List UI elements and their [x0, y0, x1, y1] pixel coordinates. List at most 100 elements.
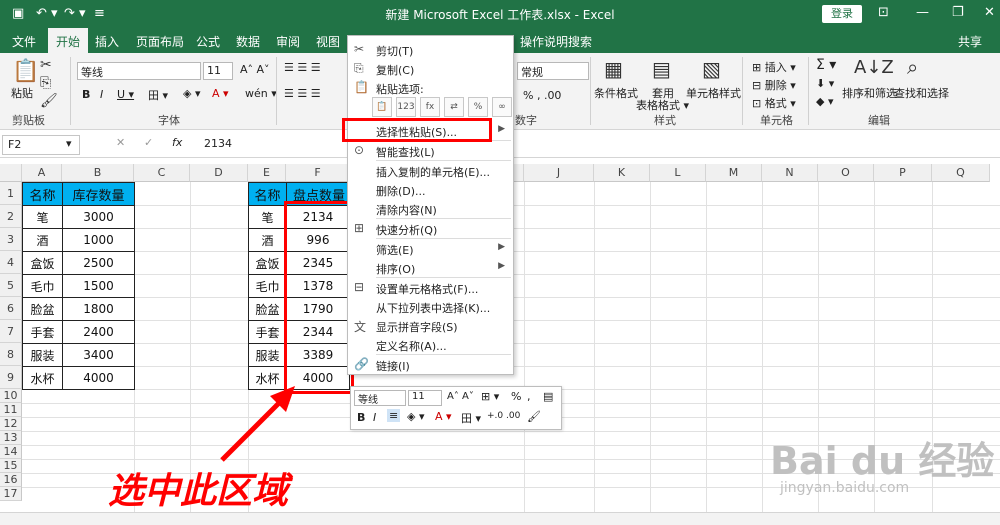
fill-color-icon[interactable]: ◈ ▾ [183, 87, 200, 100]
find-select-button[interactable]: 查找和选择 [894, 85, 949, 101]
column-header[interactable]: Q [932, 164, 990, 182]
mini-comma-button[interactable]: , [527, 390, 531, 403]
menu-item-link[interactable]: 🔗 链接(I) [348, 355, 513, 374]
row-header[interactable]: 10 [0, 389, 22, 403]
row-header[interactable]: 9 [0, 366, 22, 389]
table-header-cell[interactable]: 库存数量 [62, 182, 135, 206]
copy-icon[interactable]: ⎘ [40, 75, 51, 91]
tab-view[interactable]: 视图 [316, 33, 340, 50]
table-cell[interactable]: 盒饭 [22, 251, 63, 275]
row-header[interactable]: 4 [0, 251, 22, 274]
table-cell[interactable]: 酒 [22, 228, 63, 252]
table-cell[interactable]: 酒 [248, 228, 287, 252]
table-cell[interactable]: 1000 [62, 228, 135, 252]
tab-page-layout[interactable]: 页面布局 [136, 33, 184, 50]
tab-file[interactable]: 文件 [12, 33, 36, 50]
table-cell[interactable]: 1800 [62, 297, 135, 321]
underline-button[interactable]: U ▾ [117, 88, 134, 101]
table-cell[interactable]: 2400 [62, 320, 135, 344]
column-header[interactable]: P [874, 164, 932, 182]
fill-icon[interactable]: ⬇ ▾ [816, 77, 834, 90]
tab-data[interactable]: 数据 [236, 33, 260, 50]
menu-item-smart-lookup[interactable]: ⊙ 智能查找(L) [348, 141, 513, 160]
menu-item-copy[interactable]: ⎘ 复制(C) [348, 59, 513, 78]
tab-tell-me[interactable]: 操作说明搜索 [520, 33, 592, 50]
row-header[interactable]: 12 [0, 417, 22, 431]
column-header[interactable]: C [134, 164, 190, 182]
mini-size-select[interactable]: 11 [408, 390, 442, 406]
paste-option-icon[interactable]: 📋 [372, 97, 392, 117]
login-button[interactable]: 登录 [822, 5, 862, 23]
bold-button[interactable]: B [82, 88, 90, 101]
column-header[interactable]: M [706, 164, 762, 182]
column-header[interactable]: J [524, 164, 594, 182]
align-top-icon[interactable]: ☰ ☰ ☰ [284, 61, 321, 74]
delete-cells-button[interactable]: ⊟ 删除 ▾ [752, 77, 796, 93]
row-header[interactable]: 15 [0, 459, 22, 473]
ribbon-display-icon[interactable]: ⊡ [878, 5, 889, 20]
insert-cells-button[interactable]: ⊞ 插入 ▾ [752, 59, 796, 75]
tab-formulas[interactable]: 公式 [196, 33, 220, 50]
row-header[interactable]: 2 [0, 205, 22, 228]
column-header[interactable]: N [762, 164, 818, 182]
menu-item-clear-contents[interactable]: 清除内容(N) [348, 199, 513, 218]
table-header-cell[interactable]: 名称 [22, 182, 63, 206]
phonetic-icon[interactable]: wén ▾ [245, 87, 277, 100]
menu-item-pick-from-list[interactable]: 从下拉列表中选择(K)... [348, 297, 513, 316]
menu-item-insert-copied[interactable]: 插入复制的单元格(E)... [348, 161, 513, 180]
percent-style-icon[interactable]: % , .00 [523, 89, 561, 102]
sort-filter-icon[interactable]: A↓Z [854, 57, 894, 78]
column-header[interactable]: L [650, 164, 706, 182]
menu-item-filter[interactable]: 筛选(E) ▶ [348, 239, 513, 258]
cut-icon[interactable]: ✂ [40, 57, 52, 73]
paste-formatting-icon[interactable]: % [468, 97, 488, 117]
table-cell[interactable]: 手套 [248, 320, 287, 344]
mini-format-icon[interactable]: ▤ [543, 390, 553, 403]
cancel-icon[interactable]: ✕ [116, 136, 125, 149]
menu-item-quick-analysis[interactable]: ⊞ 快速分析(Q) [348, 219, 513, 238]
column-header[interactable]: E [248, 164, 286, 182]
mini-center-icon[interactable]: ≡ [387, 409, 401, 422]
menu-item-define-name[interactable]: 定义名称(A)... [348, 335, 513, 354]
column-header[interactable]: F [286, 164, 350, 182]
table-cell[interactable]: 笔 [22, 205, 63, 229]
table-cell[interactable]: 4000 [62, 366, 135, 390]
paste-formulas-icon[interactable]: fx [420, 97, 440, 117]
tab-insert[interactable]: 插入 [95, 33, 119, 50]
mini-font-color-icon[interactable]: A ▾ [435, 410, 452, 423]
mini-font-select[interactable]: 等线 [354, 390, 406, 406]
row-header[interactable]: 8 [0, 343, 22, 366]
row-header[interactable]: 14 [0, 445, 22, 459]
mini-percent-button[interactable]: % [511, 390, 521, 403]
column-header[interactable]: D [190, 164, 248, 182]
italic-button[interactable]: I [100, 88, 103, 101]
table-cell[interactable]: 盒饭 [248, 251, 287, 275]
conditional-format-button[interactable]: 条件格式 [594, 85, 638, 101]
row-header[interactable]: 1 [0, 182, 22, 205]
number-format-select[interactable]: 常规 [517, 62, 589, 80]
row-header[interactable]: 5 [0, 274, 22, 297]
cell-styles-button[interactable]: 单元格样式 [686, 85, 741, 101]
sort-filter-button[interactable]: 排序和筛选 [842, 85, 897, 101]
row-header[interactable]: 3 [0, 228, 22, 251]
mini-increase-decimal-icon[interactable]: +.0 .00 [487, 411, 520, 421]
column-header[interactable]: B [62, 164, 134, 182]
mini-border-icon[interactable]: 田 ▾ [461, 410, 481, 426]
table-cell[interactable]: 脸盆 [248, 297, 287, 321]
enter-icon[interactable]: ✓ [144, 136, 153, 149]
select-all-corner[interactable] [0, 164, 22, 182]
name-box-dropdown-icon[interactable]: ▾ [66, 137, 72, 150]
column-header[interactable]: A [22, 164, 62, 182]
table-cell[interactable]: 水杯 [22, 366, 63, 390]
table-cell[interactable]: 1500 [62, 274, 135, 298]
format-cells-button[interactable]: ⊡ 格式 ▾ [752, 95, 796, 111]
table-cell[interactable]: 脸盆 [22, 297, 63, 321]
font-name-select[interactable]: 等线 [77, 62, 201, 80]
conditional-format-icon[interactable]: ▦ [604, 57, 623, 81]
font-color-icon[interactable]: A ▾ [212, 87, 229, 100]
paste-transpose-icon[interactable]: ⇄ [444, 97, 464, 117]
table-cell[interactable]: 2500 [62, 251, 135, 275]
horizontal-scrollbar[interactable] [0, 512, 1000, 525]
mini-italic-button[interactable]: I [373, 411, 376, 424]
table-cell[interactable]: 3000 [62, 205, 135, 229]
